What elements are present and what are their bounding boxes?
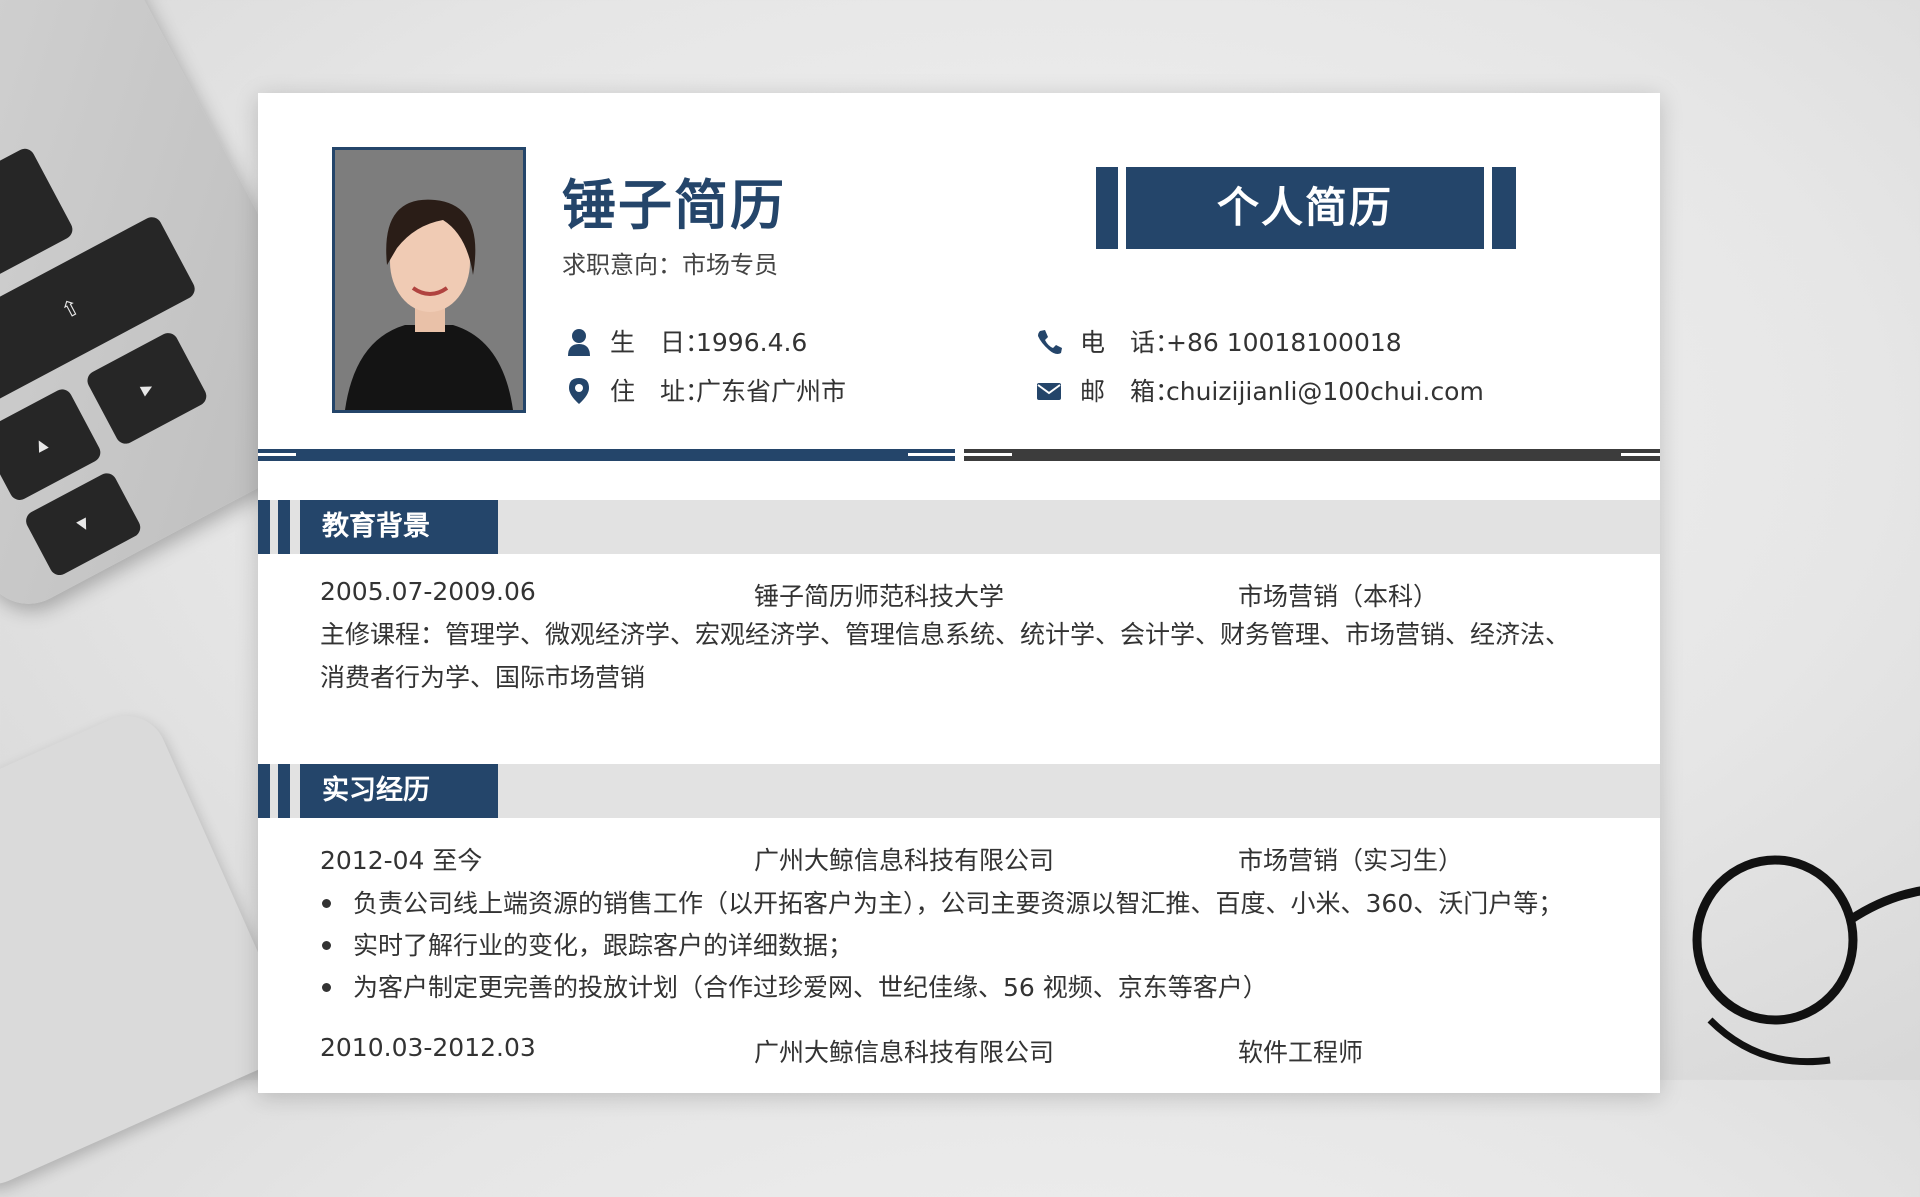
- email-row: 邮 箱：chuizijianli@100chui.com: [1036, 372, 1484, 408]
- education-major: 市场营销（本科）: [1238, 582, 1439, 611]
- profile-photo: [332, 147, 526, 413]
- education-title: 教育背景: [300, 500, 498, 554]
- address-row: 住 址：广东省广州市: [566, 372, 846, 408]
- keyboard-key: ▸: [83, 329, 210, 448]
- eyeglasses: [1692, 855, 1920, 1066]
- address-value: 广东省广州市: [696, 377, 847, 406]
- job-duty: 负责公司线上端资源的销售工作（以开拓客户为主），公司主要资源以智汇推、百度、小米…: [320, 884, 1563, 920]
- resume-page: 锤子简历 求职意向：市场专员 个人简历 生 日：1996.4.6 住 址：广东省…: [258, 93, 1660, 1093]
- banner-title: 个人简历: [1126, 167, 1484, 249]
- title-banner: 个人简历: [1096, 167, 1516, 249]
- phone-row: 电 话：+86 10018100018: [1036, 323, 1402, 359]
- job-period: 2012-04 至今: [320, 846, 483, 875]
- address-label: 住 址：: [610, 377, 711, 406]
- laptop-trackpad: [0, 703, 302, 1197]
- internship-section-header: 实习经历: [258, 764, 1660, 818]
- job-duty: 实时了解行业的变化，跟踪客户的详细数据；: [320, 926, 853, 962]
- birthday-value: 1996.4.6: [696, 328, 808, 357]
- birthday-row: 生 日：1996.4.6: [566, 323, 807, 359]
- resume-owner-name: 锤子简历: [562, 174, 786, 237]
- education-period: 2005.07-2009.06: [320, 577, 536, 606]
- job-duty-text: 为客户制定更完善的投放计划（合作过珍爱网、世纪佳缘、56 视频、京东等客户）: [353, 973, 1268, 1002]
- email-label: 邮 箱：: [1080, 377, 1181, 406]
- header-divider-right: [964, 449, 1660, 461]
- banner-accent-bar: [1492, 167, 1516, 249]
- job-role: 软件工程师: [1238, 1038, 1364, 1067]
- phone-value: +86 10018100018: [1166, 328, 1402, 357]
- header-divider-left: [258, 449, 955, 461]
- banner-accent-bar: [1096, 167, 1118, 249]
- job-role: 市场营销（实习生）: [1238, 846, 1464, 875]
- mail-icon: [1037, 383, 1061, 400]
- email-value: chuizijianli@100chui.com: [1166, 377, 1484, 406]
- education-school: 锤子简历师范科技大学: [754, 582, 1005, 611]
- education-courses: 主修课程：管理学、微观经济学、宏观经济学、管理信息系统、统计学、会计学、财务管理…: [320, 620, 1571, 692]
- education-section-header: 教育背景: [258, 500, 1660, 554]
- job-duty: 为客户制定更完善的投放计划（合作过珍爱网、世纪佳缘、56 视频、京东等客户）: [320, 968, 1268, 1004]
- job-duty-text: 实时了解行业的变化，跟踪客户的详细数据；: [353, 931, 854, 960]
- job-company: 广州大鲸信息科技有限公司: [754, 1038, 1055, 1067]
- phone-icon: [1038, 330, 1062, 354]
- location-pin-icon: [569, 378, 589, 404]
- job-duty-text: 负责公司线上端资源的销售工作（以开拓客户为主），公司主要资源以智汇推、百度、小米…: [353, 889, 1564, 918]
- job-intent: 求职意向：市场专员: [562, 251, 778, 279]
- person-icon: [568, 329, 590, 356]
- internship-title: 实习经历: [300, 764, 498, 818]
- job-period: 2010.03-2012.03: [320, 1033, 536, 1062]
- phone-label: 电 话：: [1080, 328, 1181, 357]
- birthday-label: 生 日：: [610, 328, 711, 357]
- job-company: 广州大鲸信息科技有限公司: [754, 846, 1055, 875]
